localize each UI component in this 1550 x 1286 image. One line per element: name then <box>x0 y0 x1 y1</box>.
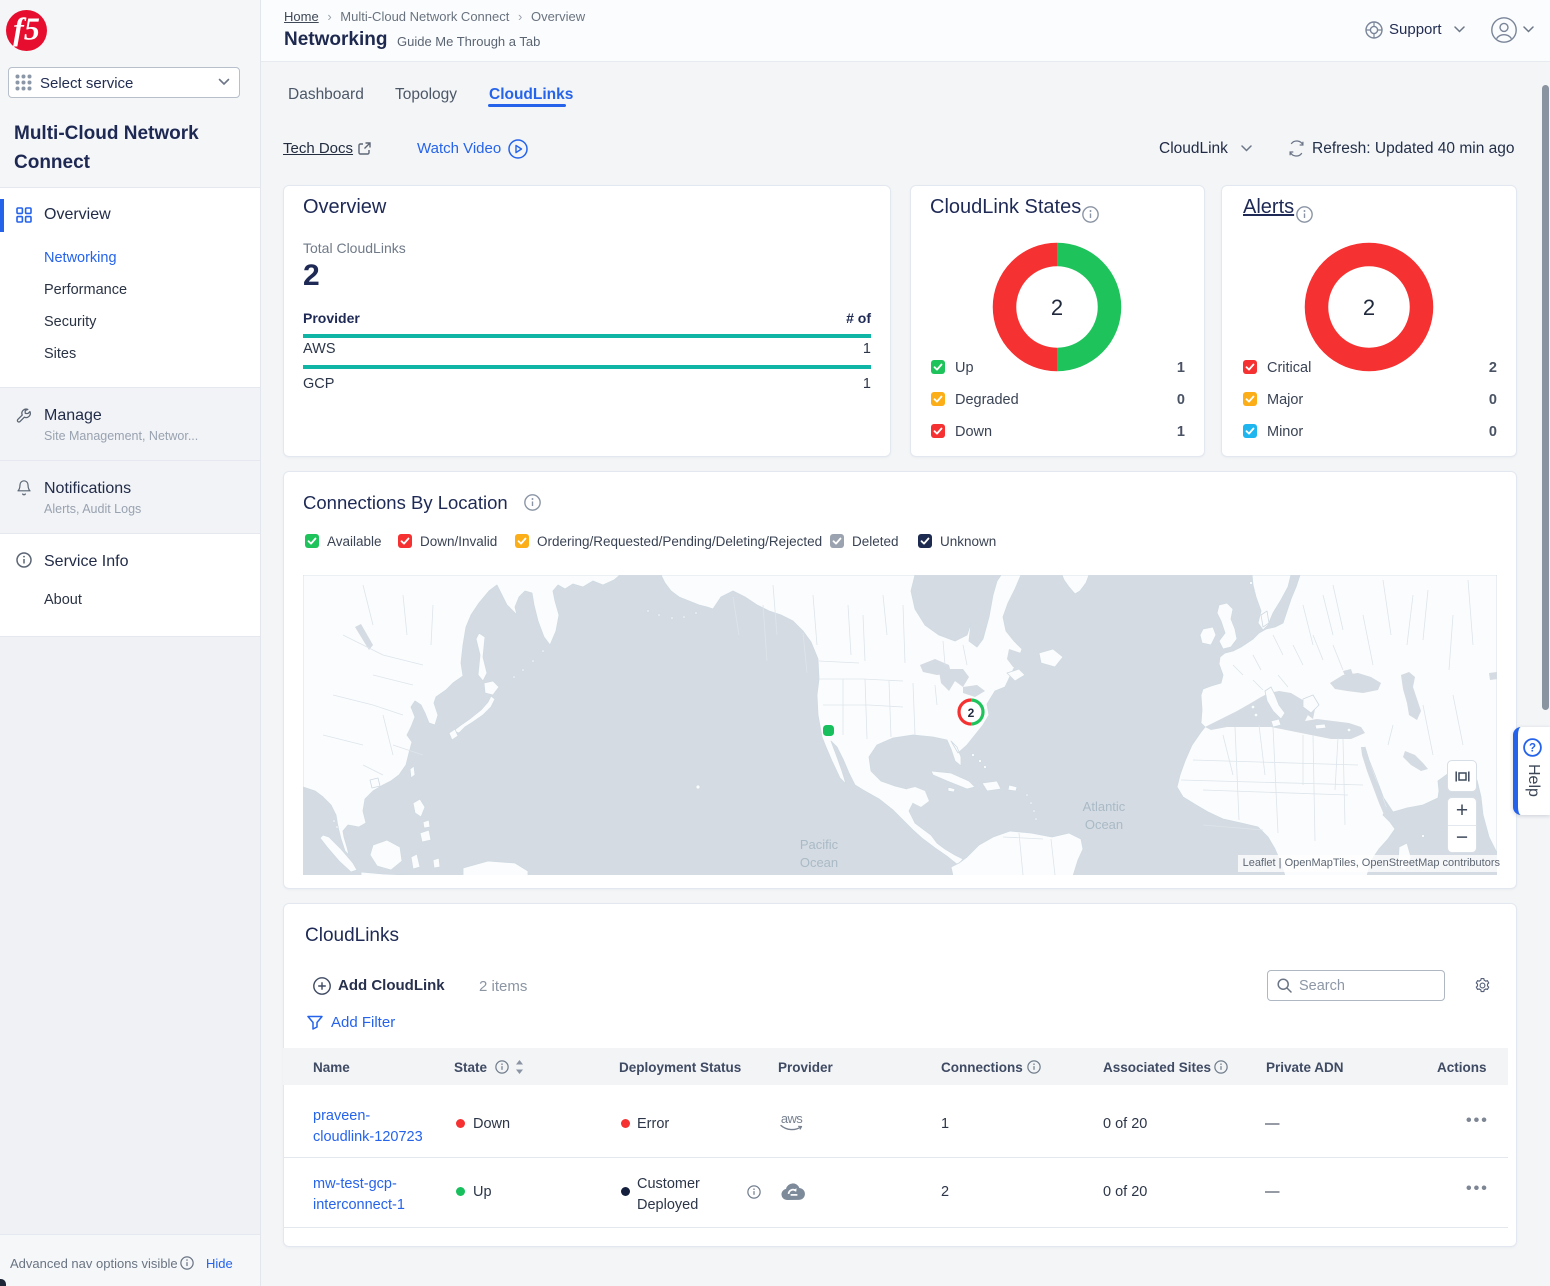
svg-text:?: ? <box>1529 743 1536 755</box>
svg-text:Pacific: Pacific <box>800 837 839 852</box>
svg-text:aws: aws <box>781 1111 803 1126</box>
svg-text:2: 2 <box>1051 295 1063 320</box>
svg-text:2: 2 <box>968 706 975 720</box>
svg-text:Atlantic: Atlantic <box>1083 799 1126 814</box>
svg-text:Ocean: Ocean <box>800 855 838 870</box>
svg-text:2: 2 <box>1363 295 1375 320</box>
svg-text:Ocean: Ocean <box>1085 817 1123 832</box>
svg-text:f5: f5 <box>13 11 40 47</box>
